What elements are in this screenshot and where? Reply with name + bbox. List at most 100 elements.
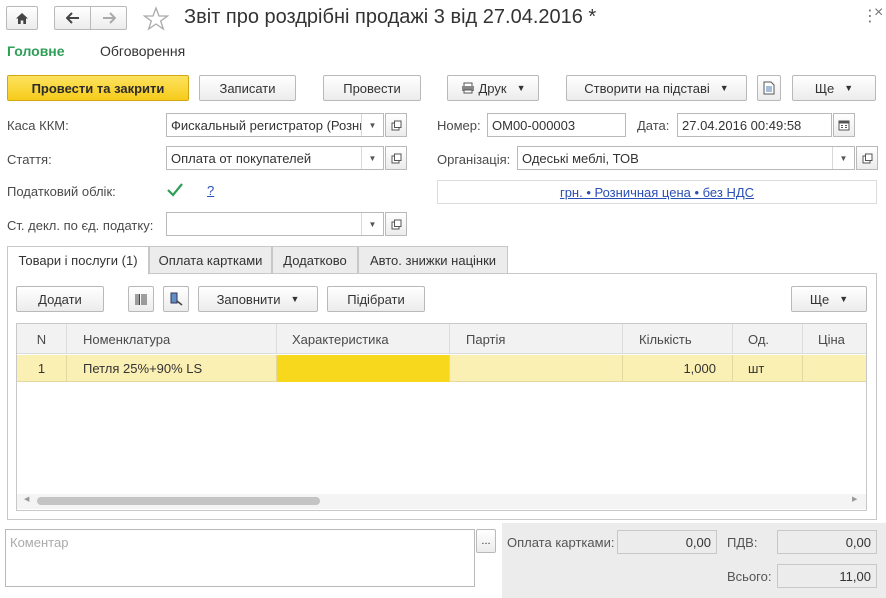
tab-goods[interactable]: Товари і послуги (1) [7, 246, 149, 275]
chevron-down-icon[interactable]: ▼ [361, 114, 383, 136]
col-qty[interactable]: Кількість [623, 324, 733, 354]
date-label: Дата: [637, 118, 670, 133]
table-more-button[interactable]: Ще ▼ [791, 286, 867, 312]
kasa-open-button[interactable] [385, 113, 407, 137]
tab-auto-discounts[interactable]: Авто. знижки націнки [358, 246, 508, 274]
scrollbar-thumb[interactable] [37, 497, 320, 505]
org-open-button[interactable] [856, 146, 878, 170]
pick-button[interactable]: Підібрати [327, 286, 425, 312]
chevron-down-icon: ▼ [516, 83, 526, 93]
fill-button[interactable]: Заповнити ▼ [198, 286, 318, 312]
add-button[interactable]: Додати [16, 286, 104, 312]
col-characteristic[interactable]: Характеристика [277, 324, 450, 354]
tax-help-link[interactable]: ? [207, 183, 214, 198]
more-button[interactable]: Ще ▼ [792, 75, 876, 101]
tab-discussion[interactable]: Обговорення [100, 43, 185, 59]
scanner-icon [170, 292, 183, 306]
org-label: Організація: [437, 152, 511, 167]
article-open-button[interactable] [385, 146, 407, 170]
create-based-label: Створити на підставі [584, 80, 710, 96]
cell-characteristic[interactable] [277, 355, 450, 382]
kasa-label: Каса ККМ: [7, 118, 69, 133]
chevron-down-icon: ▼ [290, 294, 300, 304]
comment-edit-button[interactable]: ... [476, 529, 496, 553]
cell-batch[interactable] [450, 355, 623, 382]
cell-qty[interactable]: 1,000 [623, 355, 733, 382]
cell-unit[interactable]: шт [733, 355, 803, 382]
article-value: Оплата от покупателей [171, 150, 312, 166]
cards-value: 0,00 [617, 530, 717, 554]
chevron-down-icon[interactable]: ▼ [832, 147, 854, 169]
arrow-right-icon [102, 12, 116, 24]
kasa-value: Фискальный регистратор (Розни [171, 117, 367, 133]
open-window-icon [862, 153, 872, 163]
comment-placeholder: Коментар [10, 535, 69, 550]
price-type-panel: грн. • Розничная цена • без НДС [437, 180, 877, 204]
org-field[interactable]: Одеські меблі, ТОВ ▼ [517, 146, 855, 170]
cell-item[interactable]: Петля 25%+90% LS [67, 355, 277, 382]
cell-price[interactable] [803, 355, 866, 382]
close-icon[interactable]: × [874, 4, 883, 22]
cell-n: 1 [17, 355, 67, 382]
vat-label: ПДВ: [727, 535, 758, 550]
print-button[interactable]: Друк ▼ [447, 75, 539, 101]
home-icon [16, 12, 28, 24]
col-price[interactable]: Ціна [803, 324, 866, 354]
col-unit[interactable]: Од. [733, 324, 803, 354]
home-button[interactable] [6, 6, 38, 30]
date-field[interactable]: 27.04.2016 00:49:58 [677, 113, 832, 137]
chevron-down-icon[interactable]: ▼ [361, 213, 383, 235]
price-type-link[interactable]: грн. • Розничная цена • без НДС [560, 185, 754, 200]
print-label: Друк [478, 80, 507, 96]
save-button[interactable]: Записати [199, 75, 296, 101]
vat-value: 0,00 [777, 530, 877, 554]
number-label: Номер: [437, 118, 481, 133]
article-field[interactable]: Оплата от покупателей ▼ [166, 146, 384, 170]
tax-checkbox[interactable] [166, 181, 184, 199]
tax-label: Податковий облік: [7, 184, 116, 199]
chevron-down-icon[interactable]: ▼ [361, 147, 383, 169]
report-button[interactable] [757, 75, 781, 101]
article-label: Стаття: [7, 152, 52, 167]
chevron-down-icon: ▼ [839, 294, 849, 304]
decl-label: Ст. декл. по єд. податку: [7, 218, 154, 233]
table-more-label: Ще [809, 291, 830, 307]
more-label: Ще [814, 80, 835, 96]
date-value: 27.04.2016 00:49:58 [682, 117, 802, 133]
chevron-down-icon: ▼ [844, 83, 854, 93]
window-title: Звіт про роздрібні продажі 3 від 27.04.2… [184, 6, 597, 28]
comment-field[interactable]: Коментар [5, 529, 475, 587]
post-and-close-button[interactable]: Провести та закрити [7, 75, 189, 101]
col-item[interactable]: Номенклатура [67, 324, 277, 354]
decl-field[interactable]: ▼ [166, 212, 384, 236]
scanner-button[interactable] [163, 286, 189, 312]
tab-additional[interactable]: Додатково [272, 246, 358, 274]
calendar-icon [838, 120, 850, 130]
number-field[interactable]: ОМ00-000003 [487, 113, 626, 137]
arrow-left-icon [65, 12, 79, 24]
forward-button[interactable] [90, 6, 127, 30]
open-window-icon [391, 120, 401, 130]
fill-label: Заповнити [216, 291, 281, 307]
scroll-left-icon[interactable]: ◀ [24, 495, 29, 503]
barcode-button[interactable] [128, 286, 154, 312]
tab-card-payments[interactable]: Оплата картками [149, 246, 272, 274]
barcode-icon [135, 293, 147, 305]
chevron-down-icon: ▼ [719, 83, 729, 93]
kasa-field[interactable]: Фискальный регистратор (Розни ▼ [166, 113, 384, 137]
document-icon [763, 81, 775, 95]
calendar-button[interactable] [833, 113, 855, 137]
scroll-right-icon[interactable]: ▶ [852, 495, 857, 503]
post-button[interactable]: Провести [323, 75, 421, 101]
total-label: Всього: [727, 569, 772, 584]
create-based-button[interactable]: Створити на підставі ▼ [566, 75, 747, 101]
col-batch[interactable]: Партія [450, 324, 623, 354]
back-button[interactable] [54, 6, 91, 30]
decl-open-button[interactable] [385, 212, 407, 236]
star-icon[interactable] [143, 6, 169, 31]
printer-icon [461, 82, 474, 94]
cards-label: Оплата картками: [507, 535, 615, 550]
number-value: ОМ00-000003 [492, 117, 576, 133]
col-n[interactable]: N [17, 324, 67, 354]
tab-main[interactable]: Головне [7, 43, 65, 59]
